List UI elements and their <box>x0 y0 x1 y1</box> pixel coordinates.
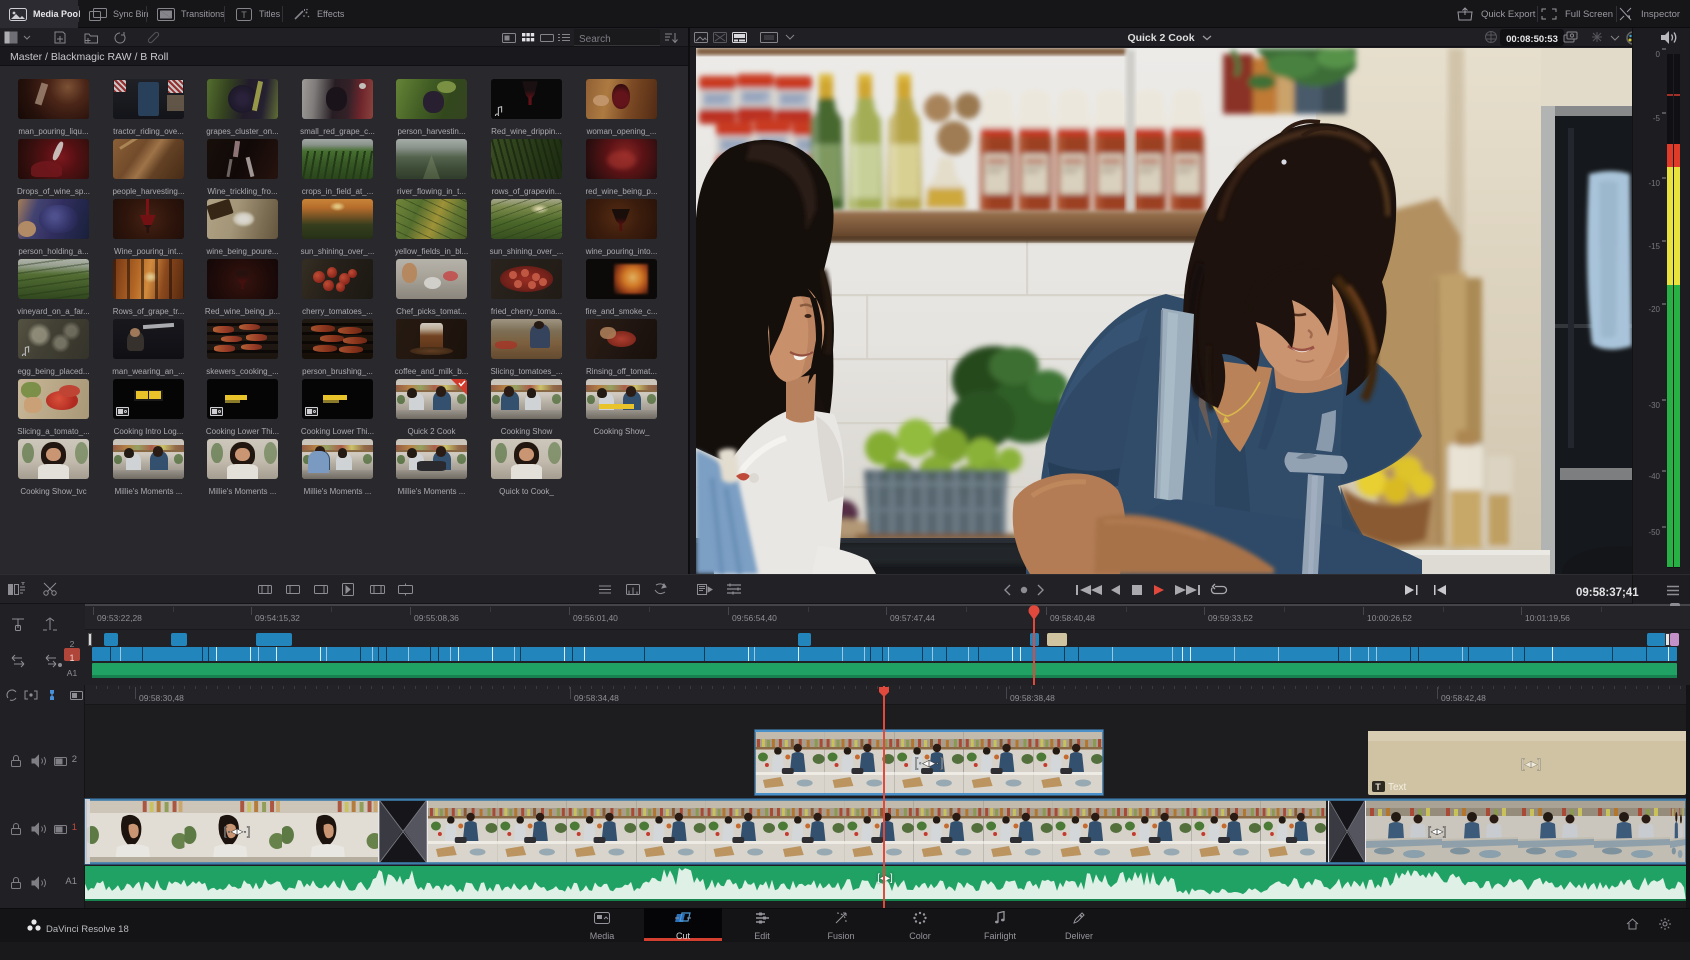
svg-text:T: T <box>1375 782 1381 792</box>
svg-text:[·◂▸·]: [·◂▸·] <box>224 824 251 838</box>
svg-text:[◂▸]: [◂▸] <box>1521 756 1541 771</box>
svg-text:Text: Text <box>1388 782 1407 793</box>
svg-text:[◂▸]: [◂▸] <box>1428 824 1447 838</box>
svg-text:[·◂▸·]: [·◂▸·] <box>915 755 944 770</box>
svg-text:T: T <box>241 10 247 20</box>
